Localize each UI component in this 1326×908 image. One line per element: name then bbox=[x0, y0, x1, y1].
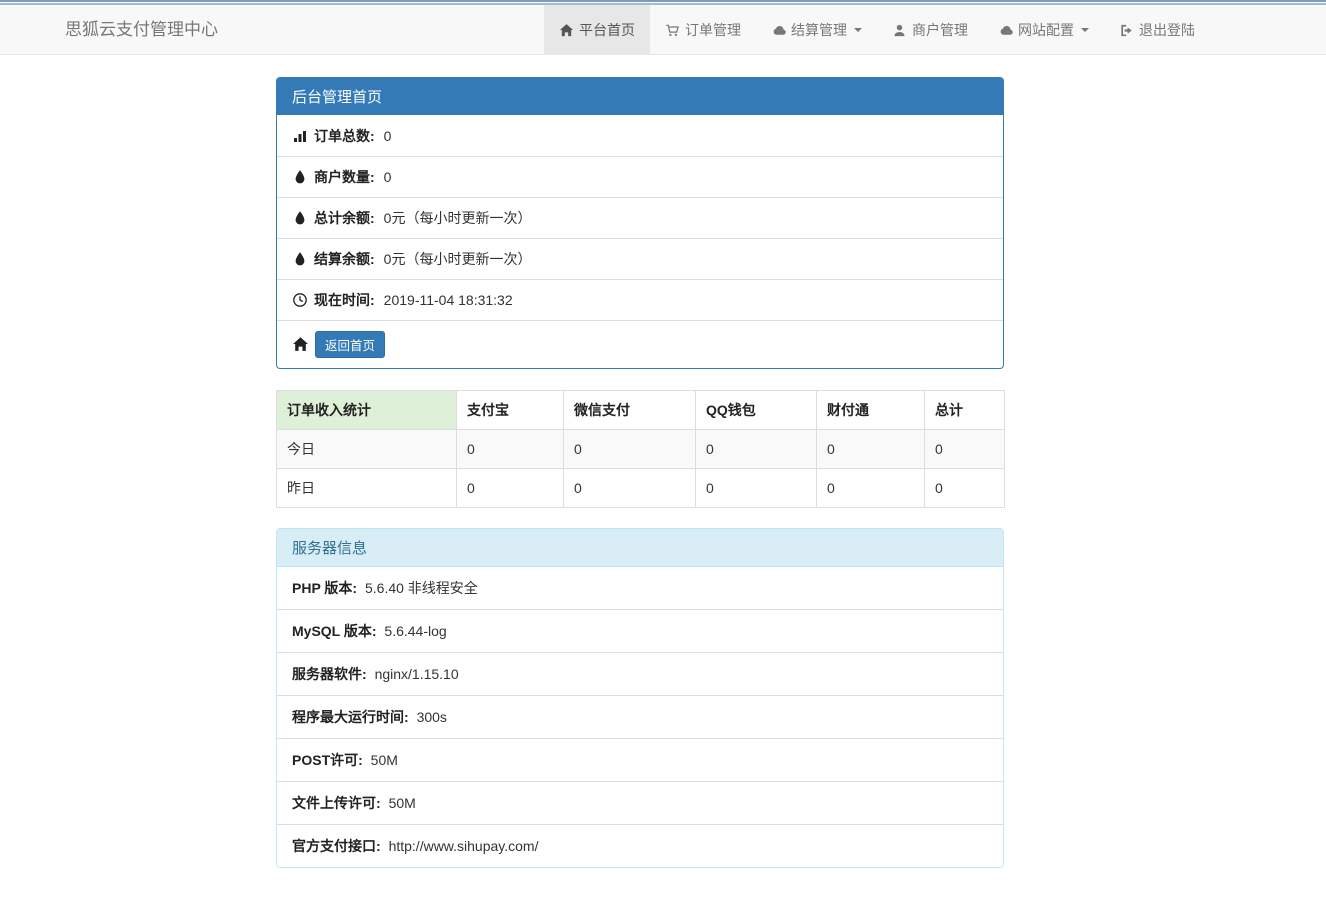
dashboard-panel: 后台管理首页 订单总数: 0 商户数量: 0 总计余额: 0元（每小时更新一次）… bbox=[276, 77, 1004, 369]
server-row-upload-limit: 文件上传许可: 50M bbox=[277, 781, 1003, 824]
cell-value: 0 bbox=[925, 430, 1005, 469]
cell-value: 0 bbox=[564, 469, 696, 508]
order-income-table: 订单收入统计 支付宝 微信支付 QQ钱包 财付通 总计 今日 0 0 0 0 0… bbox=[276, 390, 1005, 508]
top-navbar: 思狐云支付管理中心 平台首页 订单管理 结算管理 商户管理 网站配置 退出登陆 bbox=[0, 5, 1326, 55]
cell-value: 0 bbox=[457, 430, 564, 469]
table-header-tenpay: 财付通 bbox=[817, 391, 925, 430]
cell-value: 0 bbox=[817, 430, 925, 469]
cell-value: 0 bbox=[696, 469, 817, 508]
nav-item-label: 平台首页 bbox=[579, 20, 635, 40]
nav-item-label: 结算管理 bbox=[791, 20, 847, 40]
user-icon bbox=[892, 23, 907, 38]
stat-row-home-link: 返回首页 bbox=[277, 320, 1003, 368]
brand-title[interactable]: 思狐云支付管理中心 bbox=[65, 5, 218, 55]
home-icon bbox=[292, 336, 309, 353]
info-label: 程序最大运行时间: bbox=[292, 709, 409, 725]
cloud-icon bbox=[771, 23, 786, 38]
nav-item-site-config[interactable]: 网站配置 bbox=[983, 5, 1104, 55]
stat-label: 商户数量: bbox=[314, 167, 375, 187]
info-value: 5.6.44-log bbox=[384, 623, 446, 639]
table-header-total: 总计 bbox=[925, 391, 1005, 430]
row-label: 今日 bbox=[277, 430, 457, 469]
nav-item-settlement-management[interactable]: 结算管理 bbox=[756, 5, 877, 55]
info-label: 官方支付接口: bbox=[292, 838, 381, 854]
cart-icon bbox=[665, 23, 680, 38]
server-info-panel-title: 服务器信息 bbox=[277, 529, 1003, 567]
stat-label: 订单总数: bbox=[314, 126, 375, 146]
table-header-row: 订单收入统计 支付宝 微信支付 QQ钱包 财付通 总计 bbox=[277, 391, 1005, 430]
stat-row-total-balance: 总计余额: 0元（每小时更新一次） bbox=[277, 197, 1003, 238]
info-value: nginx/1.15.10 bbox=[375, 666, 459, 682]
info-value: 5.6.40 非线程安全 bbox=[365, 580, 478, 596]
server-row-max-execution-time: 程序最大运行时间: 300s bbox=[277, 695, 1003, 738]
logout-icon bbox=[1119, 23, 1134, 38]
info-value: 50M bbox=[371, 752, 398, 768]
bar-chart-icon bbox=[292, 128, 308, 144]
server-row-server-software: 服务器软件: nginx/1.15.10 bbox=[277, 652, 1003, 695]
info-label: POST许可: bbox=[292, 752, 363, 768]
nav-item-label: 商户管理 bbox=[912, 20, 968, 40]
stat-value: 0 bbox=[384, 128, 392, 144]
main-content: 后台管理首页 订单总数: 0 商户数量: 0 总计余额: 0元（每小时更新一次）… bbox=[276, 55, 1004, 908]
info-label: MySQL 版本: bbox=[292, 623, 377, 639]
server-row-official-pay-api: 官方支付接口: http://www.sihupay.com/ bbox=[277, 824, 1003, 867]
row-label: 昨日 bbox=[277, 469, 457, 508]
navbar-menu: 平台首页 订单管理 结算管理 商户管理 网站配置 退出登陆 bbox=[544, 5, 1210, 55]
stat-row-merchant-count: 商户数量: 0 bbox=[277, 156, 1003, 197]
cell-value: 0 bbox=[925, 469, 1005, 508]
table-row-yesterday: 昨日 0 0 0 0 0 bbox=[277, 469, 1005, 508]
nav-item-label: 订单管理 bbox=[685, 20, 741, 40]
table-header-qq-wallet: QQ钱包 bbox=[696, 391, 817, 430]
clock-icon bbox=[292, 292, 308, 308]
info-value: 300s bbox=[417, 709, 447, 725]
table-header-alipay: 支付宝 bbox=[457, 391, 564, 430]
nav-item-platform-home[interactable]: 平台首页 bbox=[544, 5, 650, 55]
server-info-panel: 服务器信息 PHP 版本: 5.6.40 非线程安全 MySQL 版本: 5.6… bbox=[276, 528, 1004, 868]
stat-label: 现在时间: bbox=[314, 290, 375, 310]
stat-value: 0元（每小时更新一次） bbox=[384, 208, 532, 228]
info-value: http://www.sihupay.com/ bbox=[389, 838, 539, 854]
home-icon bbox=[559, 23, 574, 38]
tint-icon bbox=[292, 210, 308, 226]
chevron-down-icon bbox=[854, 28, 862, 32]
cell-value: 0 bbox=[696, 430, 817, 469]
stat-row-settlement-balance: 结算余额: 0元（每小时更新一次） bbox=[277, 238, 1003, 279]
cell-value: 0 bbox=[564, 430, 696, 469]
table-row-today: 今日 0 0 0 0 0 bbox=[277, 430, 1005, 469]
nav-item-logout[interactable]: 退出登陆 bbox=[1104, 5, 1210, 55]
cell-value: 0 bbox=[457, 469, 564, 508]
dashboard-panel-title: 后台管理首页 bbox=[277, 78, 1003, 115]
stat-label: 总计余额: bbox=[314, 208, 375, 228]
info-label: PHP 版本: bbox=[292, 580, 357, 596]
tint-icon bbox=[292, 169, 308, 185]
table-header-wechat-pay: 微信支付 bbox=[564, 391, 696, 430]
info-value: 50M bbox=[389, 795, 416, 811]
nav-item-label: 退出登陆 bbox=[1139, 20, 1195, 40]
stat-row-order-total: 订单总数: 0 bbox=[277, 115, 1003, 156]
stat-label: 结算余额: bbox=[314, 249, 375, 269]
info-label: 文件上传许可: bbox=[292, 795, 381, 811]
nav-item-merchant-management[interactable]: 商户管理 bbox=[877, 5, 983, 55]
server-row-post-limit: POST许可: 50M bbox=[277, 738, 1003, 781]
table-header-income-stats: 订单收入统计 bbox=[277, 391, 457, 430]
chevron-down-icon bbox=[1081, 28, 1089, 32]
stat-value: 0元（每小时更新一次） bbox=[384, 249, 532, 269]
stat-value: 2019-11-04 18:31:32 bbox=[384, 292, 513, 308]
nav-item-order-management[interactable]: 订单管理 bbox=[650, 5, 756, 55]
server-row-mysql-version: MySQL 版本: 5.6.44-log bbox=[277, 609, 1003, 652]
nav-item-label: 网站配置 bbox=[1018, 20, 1074, 40]
return-home-button[interactable]: 返回首页 bbox=[315, 331, 385, 358]
server-row-php-version: PHP 版本: 5.6.40 非线程安全 bbox=[277, 567, 1003, 609]
info-label: 服务器软件: bbox=[292, 666, 367, 682]
stat-value: 0 bbox=[384, 169, 392, 185]
stat-row-current-time: 现在时间: 2019-11-04 18:31:32 bbox=[277, 279, 1003, 320]
cell-value: 0 bbox=[817, 469, 925, 508]
tint-icon bbox=[292, 251, 308, 267]
cloud-icon bbox=[998, 23, 1013, 38]
